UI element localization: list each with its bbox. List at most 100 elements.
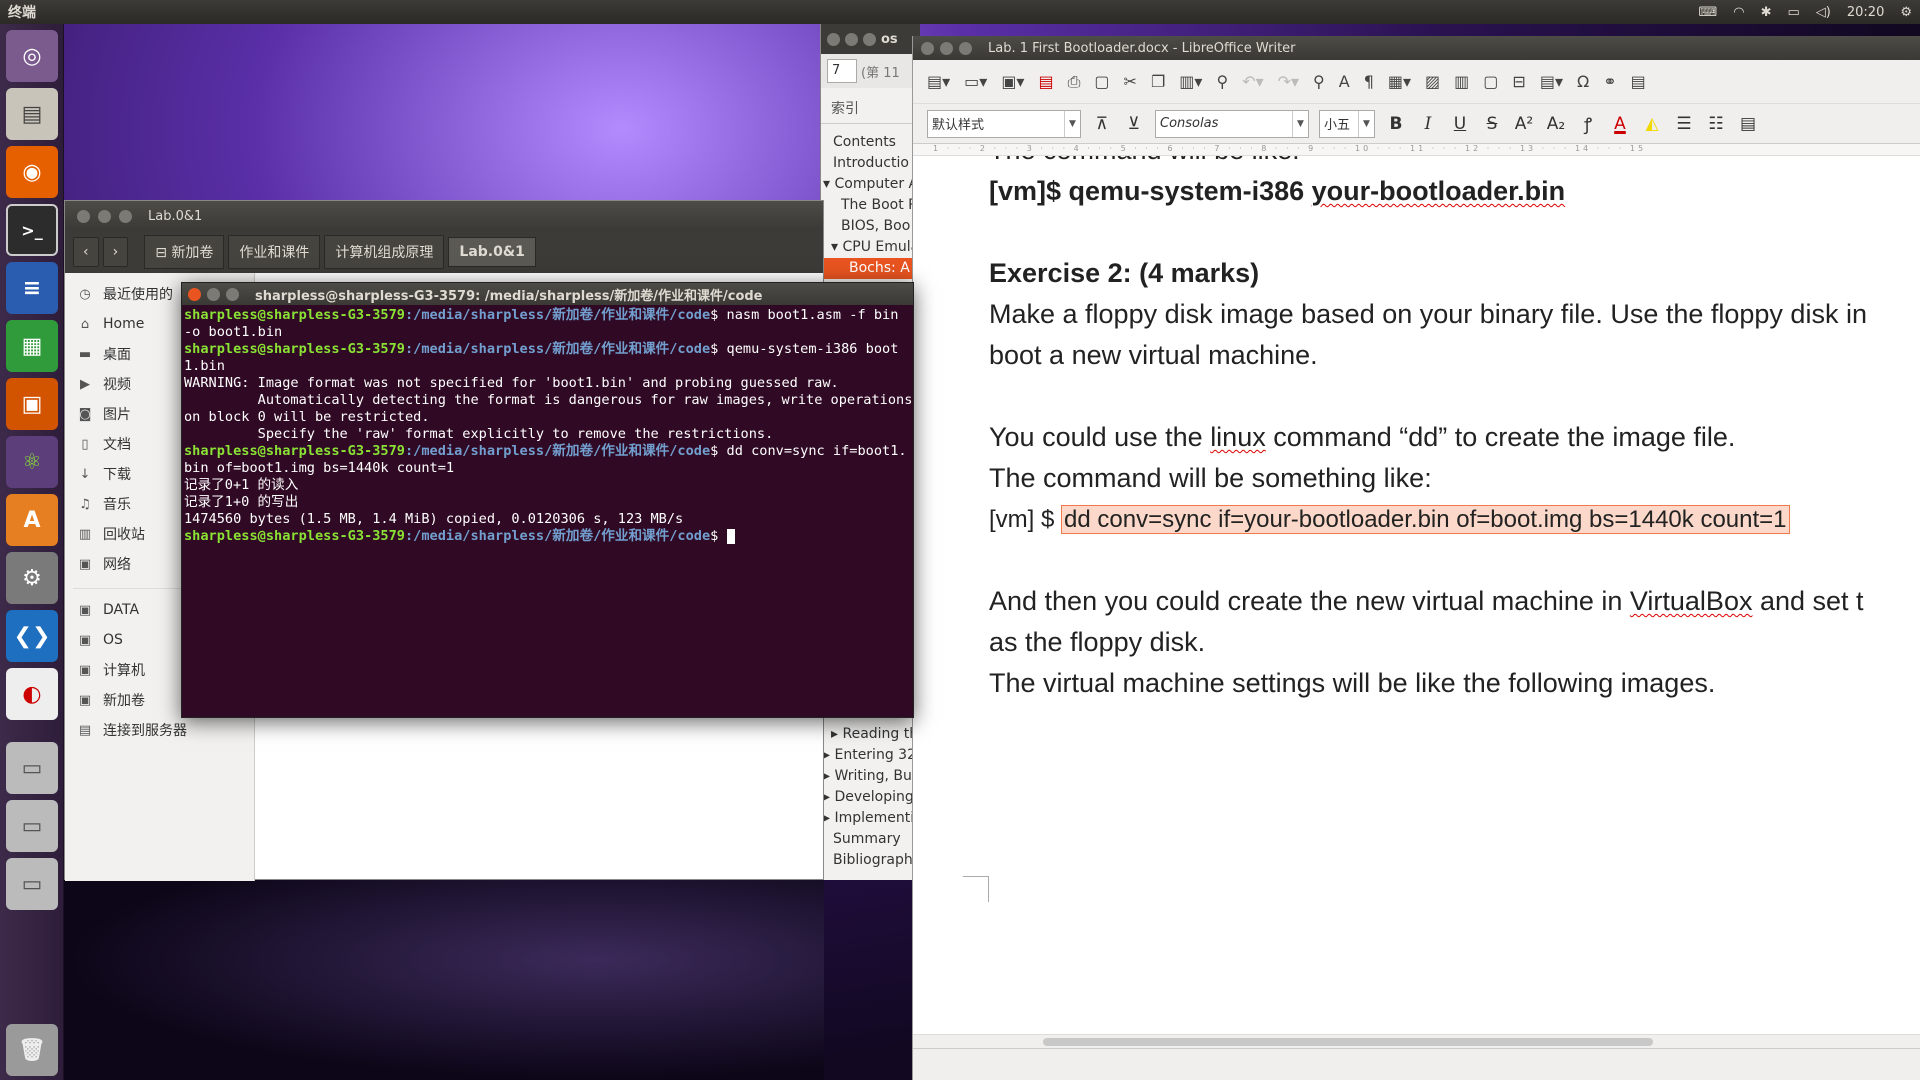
field-icon[interactable]: ▤▾ [1540,72,1563,91]
keyboard-icon[interactable]: ⌨ [1698,5,1717,20]
breadcrumb[interactable]: 计算机组成原理 [324,235,445,269]
new-style-icon[interactable]: ⊻ [1123,114,1145,134]
print-icon[interactable]: ⎙ [1068,72,1081,92]
clock[interactable]: 20:20 [1847,5,1884,20]
toc-item[interactable]: Introductio [821,153,920,174]
firefox-icon[interactable]: ◉ [6,146,58,198]
bluetooth-icon[interactable]: ✱ [1761,5,1772,20]
dash-icon[interactable]: ◎ [6,30,58,82]
toc-item[interactable]: ▸ Implementi [821,808,920,829]
redo-icon[interactable]: ↷▾ [1278,72,1299,91]
font-name-select[interactable]: Consolas ▼ [1155,109,1309,138]
superscript-button[interactable]: A² [1513,114,1535,134]
volume-icon[interactable]: ◁) [1816,5,1831,20]
table-icon[interactable]: ▦▾ [1388,72,1411,91]
app-icon[interactable]: ◐ [6,668,58,720]
disk-icon[interactable]: ▭ [6,858,58,910]
numbering-button[interactable]: ☷ [1705,114,1727,134]
image-icon[interactable]: ▨ [1425,72,1440,91]
breadcrumb-current[interactable]: Lab.0&1 [448,237,536,267]
clear-formatting-button[interactable]: ꝭ [1577,112,1599,135]
toc-item[interactable]: The Boot P [821,195,920,216]
italic-button[interactable]: I [1417,114,1439,134]
toc-item[interactable]: ▸ Developing [821,787,920,808]
toc-item[interactable]: ▾ CPU Emula [821,237,920,258]
index-tab[interactable]: 索引 [821,88,920,124]
toc-item[interactable]: Contents [821,132,920,153]
maximize-button[interactable] [119,209,132,223]
subscript-button[interactable]: A₂ [1545,114,1567,134]
cut-icon[interactable]: ✂ [1124,72,1137,91]
selected-text[interactable]: dd conv=sync if=your-bootloader.bin of=b… [1061,505,1790,534]
open-icon[interactable]: ▭▾ [964,72,987,91]
align-left-button[interactable]: ▤ [1737,114,1759,134]
save-icon[interactable]: ▣▾ [1001,72,1024,91]
maximize-button[interactable] [863,32,876,46]
battery-icon[interactable]: ▭ [1788,5,1800,20]
toc-item[interactable]: ▸ Entering 32 [821,745,920,766]
chart-icon[interactable]: ▥ [1454,72,1469,91]
sidebar-item[interactable]: ▤ 连接到服务器 [65,715,254,745]
document-page[interactable]: The command will be like: [vm]$ qemu-sys… [913,156,1920,1048]
settings-icon[interactable]: ⚙ [6,552,58,604]
trash-icon[interactable]: 🗑 [6,1024,58,1076]
software-center-icon[interactable]: A [6,494,58,546]
underline-button[interactable]: U [1449,114,1471,134]
disk-icon[interactable]: ▭ [6,742,58,794]
ruler[interactable]: 1 · · · 2 · · · 3 · · · 4 · · · 5 · · · … [913,144,1920,156]
copy-icon[interactable]: ❐ [1151,72,1165,91]
highlight-button[interactable]: ◭ [1641,114,1663,134]
textbox-icon[interactable]: ▢ [1483,72,1498,91]
bold-button[interactable]: B [1385,114,1407,134]
paragraph-style-select[interactable]: 默认样式 ▼ [927,109,1081,138]
export-pdf-icon[interactable]: ▤ [1038,72,1053,91]
disk-icon[interactable]: ▭ [6,800,58,852]
toc-item[interactable]: ▸ Reading th [821,724,920,745]
toc-item[interactable]: Summary [821,829,920,850]
impress-icon[interactable]: ▣ [6,378,58,430]
maximize-button[interactable] [226,287,239,301]
files-icon[interactable]: ▤ [6,88,58,140]
font-size-select[interactable]: 小五 ▼ [1319,109,1375,138]
undo-icon[interactable]: ↶▾ [1242,72,1263,91]
hyperlink-icon[interactable]: ⚭ [1603,72,1616,91]
calc-icon[interactable]: ▦ [6,320,58,372]
special-character-icon[interactable]: Ω [1577,72,1589,91]
toc-item[interactable]: ▾ Computer A [821,174,920,195]
close-button[interactable] [77,209,90,223]
gear-icon[interactable]: ⚙ [1900,5,1912,20]
spelling-icon[interactable]: A [1339,72,1350,91]
toc-item-selected[interactable]: Bochs: A [821,258,920,279]
minimize-button[interactable] [98,209,111,223]
close-button[interactable] [188,287,201,301]
page-number-input[interactable]: 7 [827,59,857,83]
close-button[interactable] [827,32,840,46]
strikethrough-button[interactable]: S [1481,114,1503,134]
writer-icon[interactable]: ≡ [6,262,58,314]
forward-button[interactable]: › [102,237,129,267]
formatting-marks-icon[interactable]: ¶ [1364,72,1374,91]
maximize-button[interactable] [959,41,972,55]
bullets-button[interactable]: ☰ [1673,114,1695,134]
minimize-button[interactable] [845,32,858,46]
clone-icon[interactable]: ⚲ [1216,72,1228,91]
atom-icon[interactable]: ⚛ [6,436,58,488]
wifi-icon[interactable]: ◠ [1733,5,1744,20]
breadcrumb[interactable]: 作业和课件 [228,235,321,269]
vscode-icon[interactable]: ❮❯ [6,610,58,662]
terminal-output[interactable]: sharpless@sharpless-G3-3579:/media/sharp… [182,305,913,545]
breadcrumb[interactable]: ⊟ 新加卷 [144,235,225,269]
footnote-icon[interactable]: ▤ [1631,72,1646,91]
close-button[interactable] [921,41,934,55]
back-button[interactable]: ‹ [73,237,99,267]
page-break-icon[interactable]: ⊟ [1512,72,1525,91]
find-icon[interactable]: ⚲ [1313,72,1325,91]
toc-item[interactable]: ▸ Writing, Bu [821,766,920,787]
toc-item[interactable]: BIOS, Boo [821,216,920,237]
update-style-icon[interactable]: ⊼ [1091,114,1113,134]
horizontal-scrollbar[interactable] [913,1034,1920,1048]
minimize-button[interactable] [207,287,220,301]
terminal-icon[interactable]: >_ [6,204,58,256]
minimize-button[interactable] [940,41,953,55]
print-preview-icon[interactable]: ▢ [1094,72,1109,91]
